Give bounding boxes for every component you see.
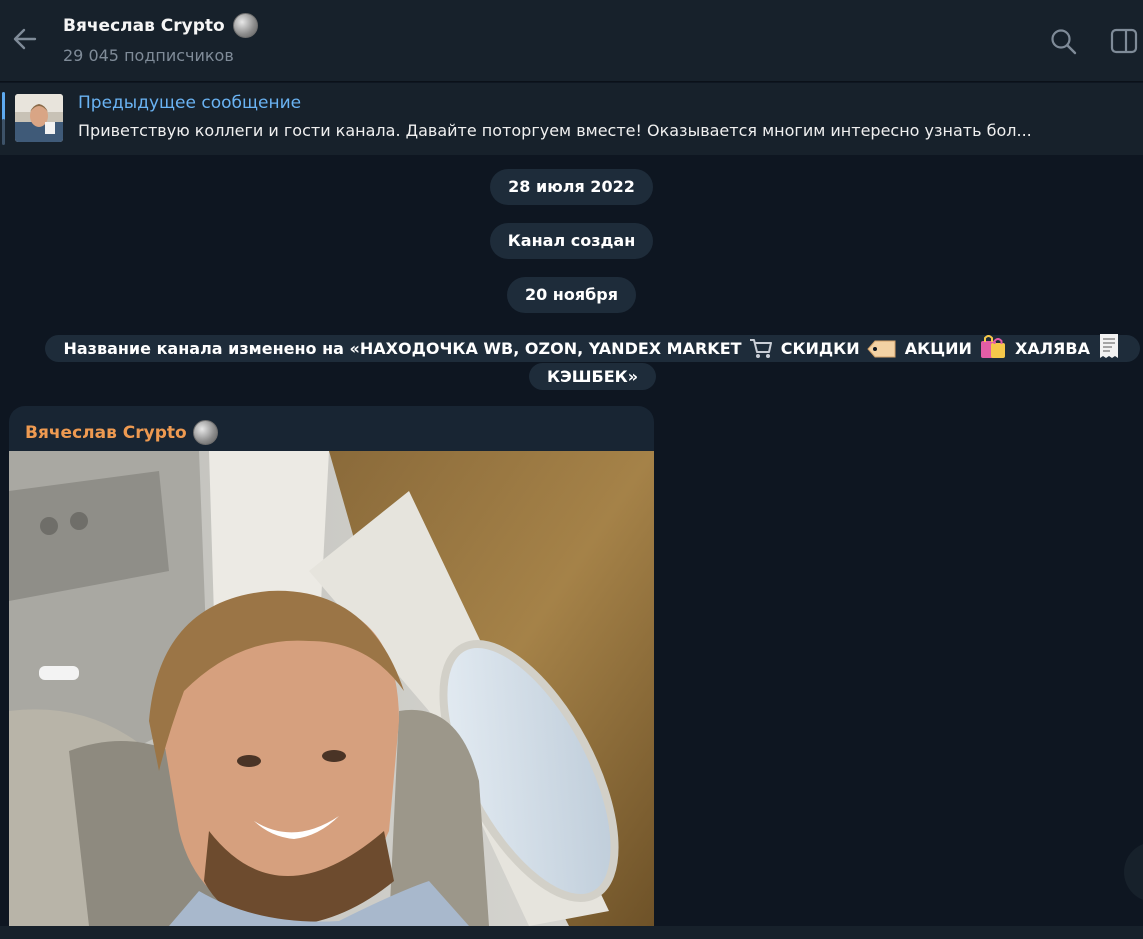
search-icon	[1051, 29, 1077, 55]
date-separator: 28 июля 2022	[0, 169, 1143, 205]
sidebar-panel-icon	[1110, 28, 1138, 54]
selfie-photo-illustration	[9, 451, 654, 926]
rename-text-part: ХАЛЯВА	[1015, 339, 1090, 358]
subscriber-count: 29 045 подписчиков	[63, 46, 234, 65]
receipt-icon	[1099, 334, 1118, 358]
arrow-left-icon	[13, 28, 37, 50]
post-photo[interactable]	[9, 451, 654, 926]
pinned-thumbnail	[15, 94, 63, 142]
toggle-sidebar-button[interactable]	[1108, 26, 1140, 58]
pinned-preview-text: Приветствую коллеги и гости канала. Дава…	[78, 121, 1032, 140]
post-author[interactable]: Вячеслав Crypto	[25, 420, 218, 445]
price-tag-icon	[867, 340, 896, 358]
chat-header: Вячеслав Crypto 29 045 подписчиков	[0, 0, 1143, 82]
back-button[interactable]	[8, 22, 42, 56]
channel-title[interactable]: Вячеслав Crypto	[63, 16, 225, 36]
service-message-rename: Название канала изменено на «НАХОДОЧКА W…	[42, 333, 1143, 391]
scroll-down-button[interactable]	[1124, 842, 1143, 902]
rename-text-part: АКЦИИ	[904, 339, 972, 358]
coin-emoji-icon	[232, 13, 258, 38]
date-pill-1[interactable]: 28 июля 2022	[490, 169, 653, 205]
channel-post[interactable]: Вячеслав Crypto	[9, 406, 654, 926]
search-button[interactable]	[1048, 26, 1080, 58]
post-author-name[interactable]: Вячеслав Crypto	[25, 423, 187, 443]
date-separator: 20 ноября	[0, 277, 1143, 313]
pinned-indicator-secondary	[2, 119, 5, 145]
service-message-created: Канал создан	[0, 223, 1143, 259]
rename-text-part: СКИДКИ	[780, 339, 860, 358]
pinned-message-bar[interactable]: Предыдущее сообщение Приветствую коллеги…	[0, 83, 1143, 155]
coin-emoji-icon	[192, 420, 218, 445]
composer-strip	[0, 926, 1143, 939]
rename-text: Название канала изменено на «НАХОДОЧКА W…	[45, 334, 1140, 390]
date-pill-2[interactable]: 20 ноября	[506, 277, 637, 313]
shopping-bags-icon	[981, 335, 1006, 358]
rename-text-part: Название канала изменено на «НАХОДОЧКА W…	[63, 339, 742, 358]
shopping-cart-icon	[750, 339, 773, 358]
rename-text-part: КЭШБЕК»	[546, 367, 639, 386]
channel-title-row[interactable]: Вячеслав Crypto	[63, 13, 258, 38]
pinned-title: Предыдущее сообщение	[78, 93, 302, 113]
channel-created-pill: Канал создан	[489, 223, 654, 259]
